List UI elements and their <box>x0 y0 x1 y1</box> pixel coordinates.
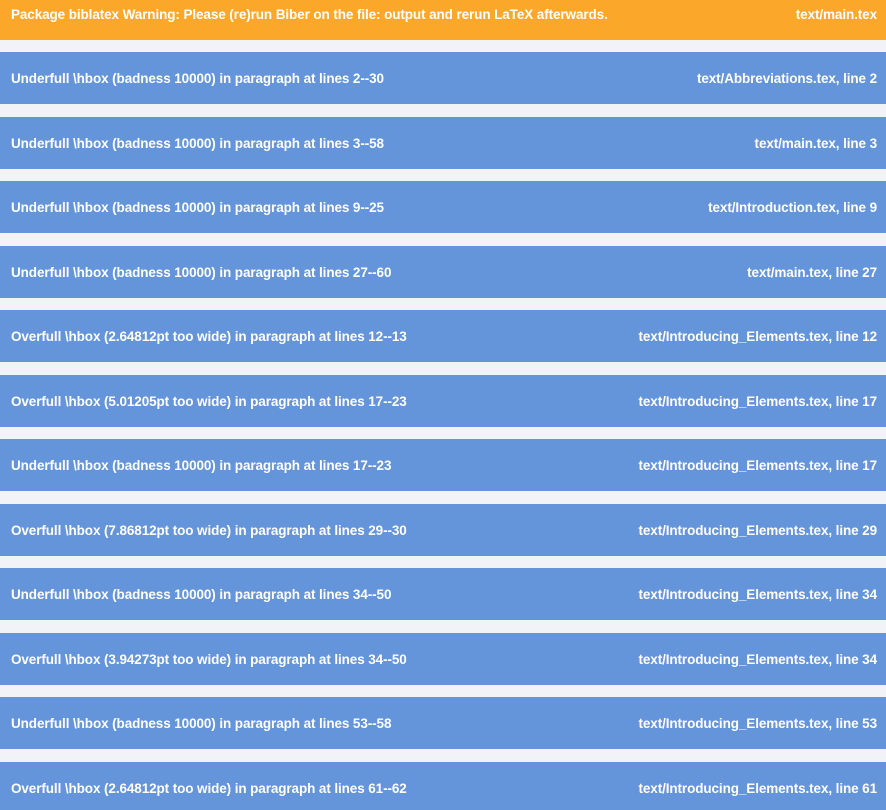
log-entry-badbox[interactable]: Overfull \hbox (7.86812pt too wide) in p… <box>0 504 886 556</box>
log-entry-message: Underfull \hbox (badness 10000) in parag… <box>11 135 384 151</box>
log-entry-message: Underfull \hbox (badness 10000) in parag… <box>11 264 392 280</box>
log-entry-badbox[interactable]: Underfull \hbox (badness 10000) in parag… <box>0 246 886 298</box>
log-entry-badbox[interactable]: Overfull \hbox (5.01205pt too wide) in p… <box>0 375 886 427</box>
log-entry-badbox[interactable]: Overfull \hbox (2.64812pt too wide) in p… <box>0 762 886 810</box>
log-entry-badbox[interactable]: Underfull \hbox (badness 10000) in parag… <box>0 52 886 104</box>
log-entry-message: Underfull \hbox (badness 10000) in parag… <box>11 586 392 602</box>
log-entry-location: text/Abbreviations.tex, line 2 <box>696 70 877 86</box>
log-entry-message: Underfull \hbox (badness 10000) in parag… <box>11 457 392 473</box>
log-entry-message: Underfull \hbox (badness 10000) in parag… <box>11 199 384 215</box>
log-entry-message: Overfull \hbox (2.64812pt too wide) in p… <box>11 328 407 344</box>
log-entry-badbox[interactable]: Underfull \hbox (badness 10000) in parag… <box>0 568 886 620</box>
log-entry-badbox[interactable]: Overfull \hbox (3.94273pt too wide) in p… <box>0 633 886 685</box>
log-entry-location: text/Introducing_Elements.tex, line 61 <box>638 780 877 796</box>
log-entry-message: Underfull \hbox (badness 10000) in parag… <box>11 70 384 86</box>
latex-log-list: Package biblatex Warning: Please (re)run… <box>0 0 886 810</box>
log-entry-badbox[interactable]: Overfull \hbox (2.64812pt too wide) in p… <box>0 310 886 362</box>
log-entry-message: Underfull \hbox (badness 10000) in parag… <box>11 715 392 731</box>
log-entry-message: Overfull \hbox (5.01205pt too wide) in p… <box>11 393 407 409</box>
log-entry-badbox[interactable]: Underfull \hbox (badness 10000) in parag… <box>0 117 886 169</box>
log-entry-badbox[interactable]: Underfull \hbox (badness 10000) in parag… <box>0 181 886 233</box>
log-entry-message: Package biblatex Warning: Please (re)run… <box>11 6 608 22</box>
log-entry-message: Overfull \hbox (2.64812pt too wide) in p… <box>11 780 407 796</box>
log-entry-message: Overfull \hbox (7.86812pt too wide) in p… <box>11 522 407 538</box>
log-entry-warning[interactable]: Package biblatex Warning: Please (re)run… <box>0 0 886 40</box>
log-entry-location: text/Introducing_Elements.tex, line 34 <box>638 586 877 602</box>
log-entry-location: text/Introducing_Elements.tex, line 29 <box>638 522 877 538</box>
log-entry-location: text/Introduction.tex, line 9 <box>708 199 877 215</box>
log-entry-location: text/Introducing_Elements.tex, line 53 <box>638 715 877 731</box>
log-entry-location: text/main.tex, line 27 <box>747 264 877 280</box>
log-entry-location: text/Introducing_Elements.tex, line 17 <box>638 393 877 409</box>
log-entry-badbox[interactable]: Underfull \hbox (badness 10000) in parag… <box>0 439 886 491</box>
log-entry-message: Overfull \hbox (3.94273pt too wide) in p… <box>11 651 407 667</box>
log-entry-badbox[interactable]: Underfull \hbox (badness 10000) in parag… <box>0 697 886 749</box>
log-entry-location: text/Introducing_Elements.tex, line 34 <box>638 651 877 667</box>
log-entry-location: text/main.tex <box>795 6 877 22</box>
log-entry-location: text/main.tex, line 3 <box>754 135 878 151</box>
log-entry-location: text/Introducing_Elements.tex, line 12 <box>638 328 877 344</box>
log-entry-location: text/Introducing_Elements.tex, line 17 <box>638 457 877 473</box>
